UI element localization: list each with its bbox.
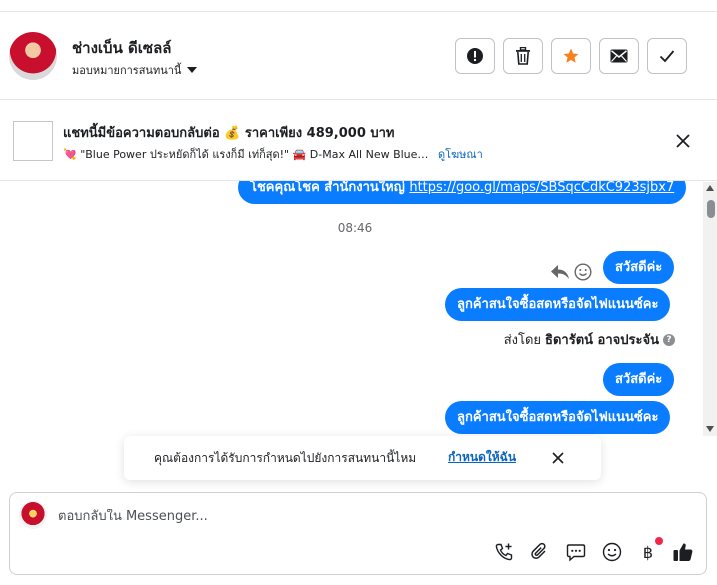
- close-banner-icon[interactable]: [673, 131, 693, 151]
- ad-subtitle-row: 💘 "Blue Power ประหยัดก็ได้ แรงก็มี เท่ก็…: [63, 145, 483, 163]
- assign-dropdown[interactable]: มอบหมายการสนทนานี้: [72, 61, 198, 79]
- close-prompt-icon[interactable]: [551, 451, 565, 465]
- payment-button[interactable]: ฿: [637, 541, 659, 563]
- mark-spam-button[interactable]: [455, 38, 495, 74]
- contact-name[interactable]: ช่างเบ็น ดีเซลล์: [72, 36, 172, 60]
- scroll-down-arrow-icon[interactable]: [706, 426, 714, 432]
- mark-unread-button[interactable]: [599, 38, 639, 74]
- star-button[interactable]: [551, 38, 591, 74]
- ad-thumbnail[interactable]: [13, 121, 53, 161]
- scrollbar-track[interactable]: [703, 182, 717, 436]
- help-icon[interactable]: ?: [663, 333, 675, 346]
- message-text: โชคคุณโชค สำนักงานใหญ่: [250, 181, 410, 195]
- message-text: สวัสดีค่ะ: [615, 372, 663, 387]
- saved-replies-button[interactable]: [565, 541, 587, 563]
- ad-context-banner: แชทนี้มีข้อความตอบกลับต่อ 💰 ราคาเพียง 48…: [0, 101, 717, 181]
- ad-title: แชทนี้มีข้อความตอบกลับต่อ 💰 ราคาเพียง 48…: [63, 126, 395, 141]
- sender-name: ธิดารัตน์ อาจประจัน: [545, 333, 659, 348]
- sent-by-label: ส่งโดย ธิดารัตน์ อาจประจัน ?: [504, 329, 675, 350]
- reply-icon[interactable]: [550, 263, 570, 281]
- assign-to-me-link[interactable]: กำหนดให้ฉัน: [448, 448, 516, 467]
- view-ad-link[interactable]: ดูโฆษณา: [438, 148, 483, 161]
- delete-button[interactable]: [503, 38, 543, 74]
- message-bubble[interactable]: โชคคุณโชค สำนักงานใหญ่ https://goo.gl/ma…: [238, 181, 687, 204]
- message-text: ลูกค้าสนใจซื้อสดหรือจัดไฟแนนซ์คะ: [457, 297, 659, 312]
- assignment-prompt-text: คุณต้องการได้รับการกำหนดไปยังการสนทนานี้…: [154, 451, 417, 465]
- attach-button[interactable]: [529, 541, 551, 563]
- react-emoji-icon[interactable]: [574, 263, 592, 281]
- reply-input[interactable]: [58, 509, 458, 524]
- saved-reply-icon: [566, 544, 586, 562]
- chevron-down-icon: [187, 67, 198, 73]
- message-bubble[interactable]: ลูกค้าสนใจซื้อสดหรือจัดไฟแนนซ์คะ: [445, 288, 671, 321]
- notification-dot: [655, 537, 663, 545]
- envelope-icon: [610, 49, 628, 63]
- message-bubble[interactable]: ลูกค้าสนใจซื้อสดหรือจัดไฟแนนซ์คะ: [445, 401, 671, 434]
- star-icon: [563, 48, 579, 63]
- ad-subtitle: 💘 "Blue Power ประหยัดก็ได้ แรงก็มี เท่ก็…: [63, 148, 429, 161]
- contact-avatar[interactable]: [9, 32, 57, 80]
- thumbs-up-icon: [673, 543, 693, 561]
- message-thread: โชคคุณโชค สำนักงานใหญ่ https://goo.gl/ma…: [0, 181, 717, 437]
- emoji-button[interactable]: [601, 541, 623, 563]
- emoji-icon: [602, 542, 622, 562]
- message-text: ลูกค้าสนใจซื้อสดหรือจัดไฟแนนซ์คะ: [457, 410, 659, 425]
- baht-payment-icon: ฿: [642, 542, 654, 562]
- scroll-up-arrow-icon[interactable]: [706, 185, 714, 191]
- map-link[interactable]: https://goo.gl/maps/SBSqcCdkC923sjbx7: [409, 181, 674, 195]
- call-add-icon: [495, 543, 513, 561]
- call-add-button[interactable]: [493, 541, 515, 563]
- trash-icon: [516, 47, 530, 65]
- assign-label: มอบหมายการสนทนานี้: [72, 64, 182, 77]
- scrollbar-thumb[interactable]: [707, 200, 715, 218]
- reply-composer: ฿: [9, 492, 707, 575]
- conversation-header: ช่างเบ็น ดีเซลล์ มอบหมายการสนทนานี้: [0, 12, 717, 100]
- checkmark-icon: [659, 50, 675, 63]
- mark-done-button[interactable]: [647, 38, 687, 74]
- message-timestamp: 08:46: [337, 221, 373, 235]
- attachment-icon: [531, 542, 546, 560]
- message-text: สวัสดีค่ะ: [615, 260, 663, 275]
- page-avatar: [19, 501, 47, 529]
- assignment-prompt: คุณต้องการได้รับการกำหนดไปยังการสนทนานี้…: [124, 436, 601, 480]
- like-button[interactable]: [672, 541, 694, 563]
- message-bubble[interactable]: สวัสดีค่ะ: [603, 251, 675, 284]
- alert-icon: [467, 48, 483, 64]
- sent-by-prefix: ส่งโดย: [503, 333, 542, 348]
- message-bubble[interactable]: สวัสดีค่ะ: [603, 363, 675, 396]
